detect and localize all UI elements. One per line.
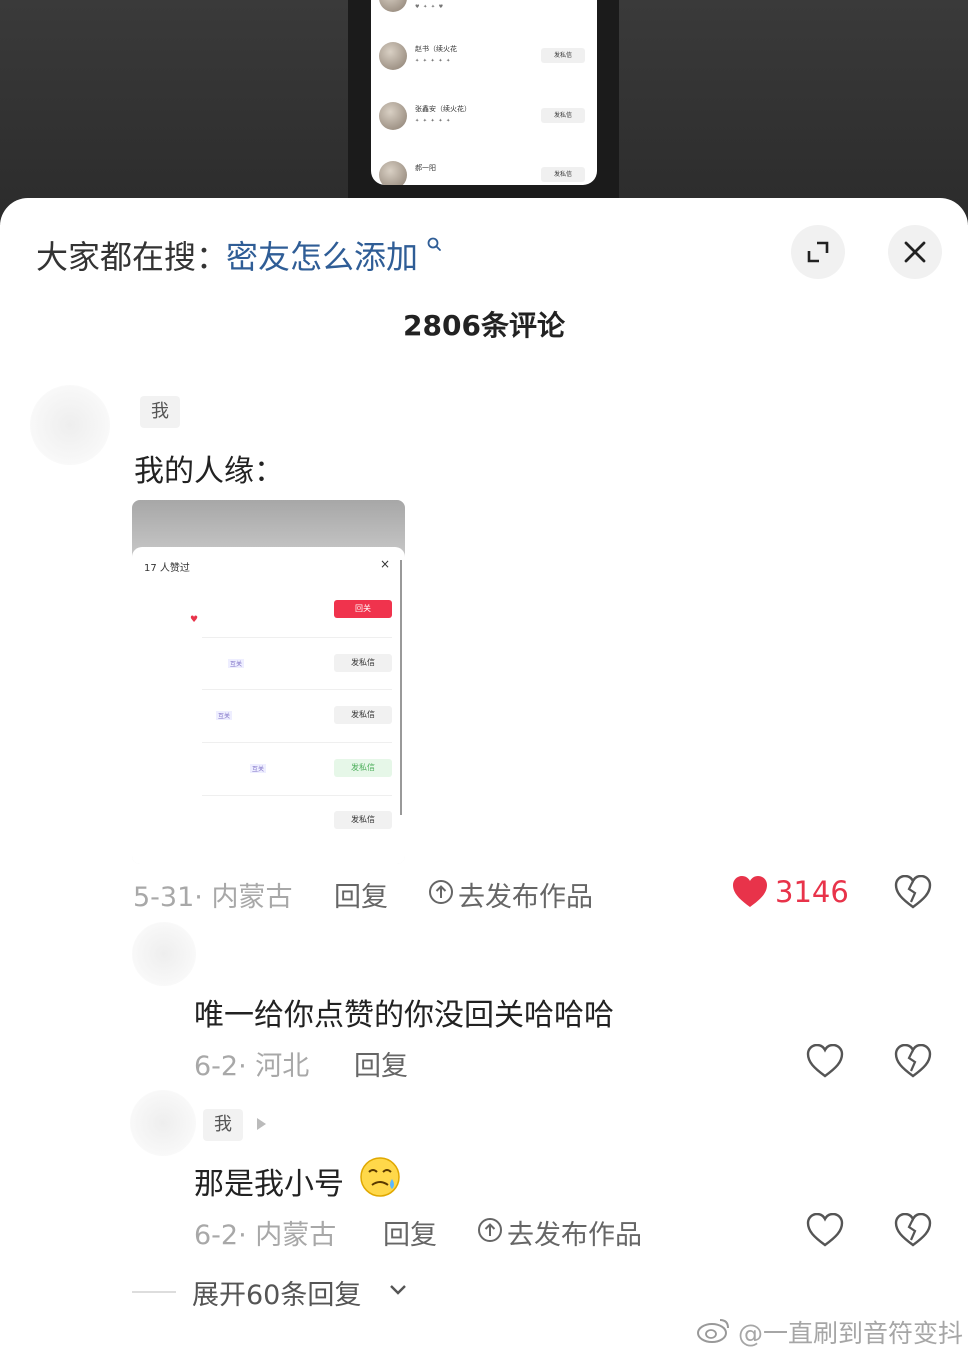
comment-text: 我的人缘： [134,454,284,489]
preview-row: 郝一阳 发私信 [371,155,597,185]
like-icon[interactable] [806,1044,844,1078]
like-count: 3146 [775,875,849,909]
watermark: @一直刷到音符变抖 [738,1319,964,1348]
search-suggestion-prefix: 大家都在搜： [36,238,229,276]
expand-replies-button[interactable]: 展开60条回复 [192,1273,361,1312]
avatar[interactable] [30,385,110,465]
reply-button[interactable]: 回复 [334,875,388,914]
scrollbar [400,560,402,815]
preview-stats: ✦ ✦ ✦ ✦ ✦ [415,58,452,64]
preview-message-button: 发私信 [541,167,585,182]
avatar[interactable] [132,922,196,986]
search-icon[interactable] [426,236,442,252]
expand-icon [807,241,829,263]
preview-message-button: 发私信 [541,48,585,63]
video-preview[interactable]: ♥ ✦ ✦ ♥ 赵书（续火花 ✦ ✦ ✦ ✦ ✦ 发私信 张鑫安（续火花） ✦ … [348,0,619,200]
reply-arrow-icon [257,1118,266,1130]
preview-avatar [379,161,407,185]
reply-text: 那是我小号 [194,1167,344,1202]
preview-row: 赵书（续火花 ✦ ✦ ✦ ✦ ✦ 发私信 [371,36,597,94]
reply-button[interactable]: 回复 [354,1044,408,1083]
preview-avatar [379,42,407,70]
mutual-chip: 互关 [216,711,233,720]
preview-stats: ✦ ✦ ✦ ✦ ✦ [415,118,452,124]
reply-meta: 6-2· 河北 [194,1051,310,1082]
dislike-icon[interactable] [894,1044,932,1078]
follow-back-button: 回关 [334,600,392,618]
mutual-chip: 互关 [250,764,267,773]
reply-text: 唯一给你点赞的你没回关哈哈哈 [194,998,614,1033]
author-tag: 我 [140,396,180,428]
dislike-icon[interactable] [894,1213,932,1247]
divider [202,637,392,638]
likes-panel-title: 17 人赞过 [144,563,190,574]
divider [202,689,392,690]
preview-row: ♥ ✦ ✦ ♥ [371,0,597,28]
expand-button[interactable] [791,225,845,279]
mutual-chip: 互关 [228,659,245,668]
publish-icon[interactable] [477,1217,503,1243]
like-icon[interactable] [806,1213,844,1247]
preview-message-button: 发私信 [541,108,585,123]
publish-work-button[interactable]: 去发布作品 [458,875,593,914]
like-icon[interactable] [731,875,769,909]
publish-work-button[interactable]: 去发布作品 [507,1213,642,1252]
preview-stats: ♥ ✦ ✦ ♥ [415,4,445,10]
expand-divider [132,1291,176,1293]
close-icon: × [380,557,391,571]
likes-panel: 17 人赞过 × ♥ 回关 互关 发私信 互关 发私信 互关 发私信 发私信 [132,547,405,864]
divider [202,795,392,796]
message-button: 发私信 [334,759,392,777]
message-button: 发私信 [334,706,392,724]
message-button: 发私信 [334,654,392,672]
preview-avatar [379,102,407,130]
preview-screen: ♥ ✦ ✦ ♥ 赵书（续火花 ✦ ✦ ✦ ✦ ✦ 发私信 张鑫安（续火花） ✦ … [371,0,597,185]
reply-meta: 6-2· 内蒙古 [194,1220,337,1251]
comment-meta: 5-31· 内蒙古 [133,882,293,913]
preview-avatar [379,0,407,12]
preview-row: 张鑫安（续火花） ✦ ✦ ✦ ✦ ✦ 发私信 [371,96,597,154]
comment-count: 2806条评论 [403,309,565,342]
preview-name: 郝一阳 [415,164,436,172]
comment-image[interactable]: 17 人赞过 × ♥ 回关 互关 发私信 互关 发私信 互关 发私信 发私信 [132,500,405,864]
close-icon [904,241,926,263]
message-button: 发私信 [334,811,392,829]
reply-button[interactable]: 回复 [383,1213,437,1252]
heart-icon: ♥ [190,615,199,625]
close-button[interactable] [888,225,942,279]
preview-name: 赵书（续火花 [415,45,457,53]
divider [202,742,392,743]
avatar[interactable] [130,1090,196,1156]
weibo-logo-icon [697,1319,729,1343]
crying-emoji-icon [360,1157,400,1197]
dislike-icon[interactable] [894,875,932,909]
chevron-down-icon[interactable] [388,1282,408,1298]
publish-icon[interactable] [428,879,454,905]
preview-name: 张鑫安（续火花） [415,105,471,113]
author-tag: 我 [203,1109,243,1141]
search-suggestion-link[interactable]: 密友怎么添加 [226,232,418,278]
